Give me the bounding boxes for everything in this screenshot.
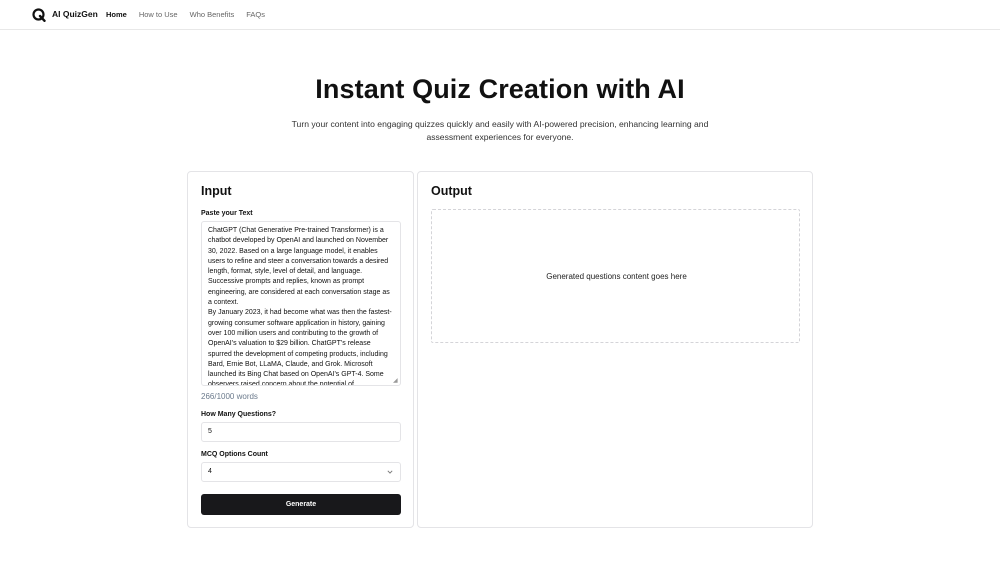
output-placeholder: Generated questions content goes here [546,272,687,281]
input-card: Input Paste your Text ChatGPT (Chat Gene… [187,171,414,528]
hero-title: Instant Quiz Creation with AI [315,74,685,104]
chevron-down-icon [387,470,393,474]
content-textarea[interactable]: ChatGPT (Chat Generative Pre-trained Tra… [201,221,401,386]
hero-subtitle: Turn your content into engaging quizzes … [291,119,709,142]
nav-item-home[interactable]: Home [106,10,127,19]
brand-name[interactable]: AI QuizGen [52,9,98,19]
mcq-options-select[interactable]: 4 [201,462,401,482]
nav-item-how-to-use[interactable]: How to Use [139,10,178,19]
output-card: Output Generated questions content goes … [417,171,813,528]
questions-count-input[interactable]: 5 [201,422,401,442]
content-textarea-value: ChatGPT (Chat Generative Pre-trained Tra… [208,227,392,386]
input-card-title: Input [201,184,232,198]
resize-handle-icon[interactable]: ◢ [393,378,399,384]
output-card-title: Output [431,184,472,198]
word-count: 266/1000 words [201,392,258,401]
quiz-logo-icon[interactable] [32,8,46,22]
top-navbar: AI QuizGen Home How to Use Who Benefits … [0,0,1000,30]
mcq-options-value: 4 [208,468,212,475]
main-nav: Home How to Use Who Benefits FAQs [106,10,265,19]
output-area: Generated questions content goes here [431,209,800,343]
mcq-options-label: MCQ Options Count [201,451,268,458]
questions-count-label: How Many Questions? [201,411,277,418]
nav-item-faqs[interactable]: FAQs [246,10,265,19]
text-field-label: Paste your Text [201,210,253,217]
generate-button[interactable]: Generate [201,494,401,515]
nav-item-who-benefits[interactable]: Who Benefits [190,10,235,19]
